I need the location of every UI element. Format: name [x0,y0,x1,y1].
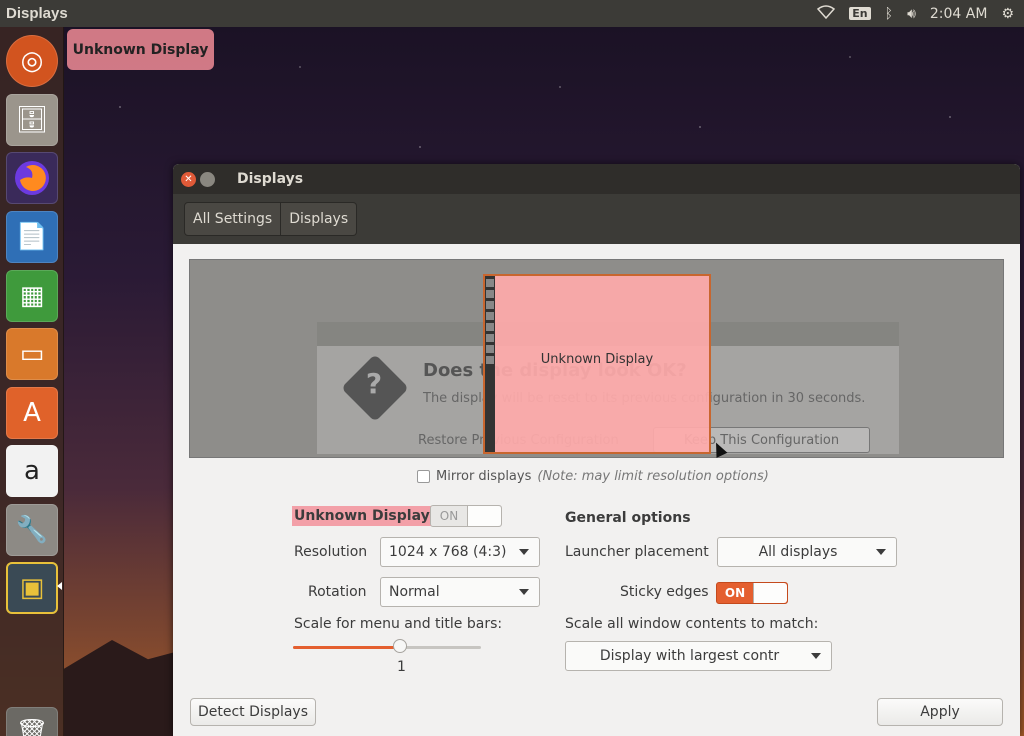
bluetooth-icon[interactable]: ᛒ [885,6,893,22]
launcher-placement-label: Launcher placement [565,544,709,560]
libreoffice-impress-icon[interactable]: ▭ [6,328,58,380]
display-arrangement-area[interactable]: ? Does the display look OK? The display … [189,259,1004,458]
top-panel: Displays En ᛒ 🔊︎ 2:04 AM ⚙ [0,0,1024,27]
displays-icon[interactable]: ▣ [6,562,58,614]
window-title: Displays [237,171,304,187]
launcher-placement-value: All displays [758,544,838,560]
active-window-indicator [57,582,62,590]
mirror-displays-row[interactable]: Mirror displays (Note: may limit resolut… [417,469,769,484]
ubuntu-software-icon[interactable]: A [6,387,58,439]
launcher-placement-select[interactable]: All displays [717,537,897,567]
system-tray: En ᛒ 🔊︎ 2:04 AM ⚙ [817,4,1024,23]
close-icon[interactable]: ✕ [181,171,196,187]
mirror-displays-checkbox[interactable] [417,470,430,483]
detect-displays-button[interactable]: Detect Displays [190,698,316,726]
breadcrumb-displays[interactable]: Displays [281,202,358,236]
wifi-icon[interactable] [817,4,836,23]
keyboard-layout-indicator[interactable]: En [849,7,871,20]
resolution-select[interactable]: 1024 x 768 (4:3) [380,537,540,567]
rotation-select[interactable]: Normal [380,577,540,607]
trash-icon[interactable]: 🗑 [6,707,58,736]
files-icon[interactable]: 🗄 [6,94,58,146]
mirror-displays-label: Mirror displays [436,469,532,484]
gear-icon[interactable]: ⚙ [1001,6,1014,22]
displays-window: ✕ Displays All Settings Displays ? Does … [173,164,1020,736]
amazon-icon[interactable]: a [6,445,58,497]
scale-all-value: Display with largest contr [599,648,780,664]
scale-slider-handle[interactable] [393,639,408,653]
sticky-edges-label: Sticky edges [620,584,709,600]
scale-value: 1 [397,659,406,675]
scale-slider-fill [293,646,401,649]
chevron-down-icon [876,549,886,555]
rotation-label: Rotation [308,584,367,600]
scale-all-label: Scale all window contents to match: [565,616,819,632]
resolution-label: Resolution [294,544,368,560]
breadcrumb-all-settings[interactable]: All Settings [184,202,282,236]
libreoffice-calc-icon[interactable]: ▦ [6,270,58,322]
display-power-toggle[interactable]: ON [430,505,502,527]
resolution-value: 1024 x 768 (4:3) [389,544,507,560]
firefox-icon[interactable] [6,152,58,204]
minimize-icon[interactable] [200,171,215,187]
chevron-down-icon [519,549,529,555]
sticky-edges-toggle[interactable]: ON [716,582,788,604]
launcher-tooltip: Unknown Display [67,29,214,70]
libreoffice-writer-icon[interactable]: 📄 [6,211,58,263]
volume-icon[interactable]: 🔊︎ [907,6,916,22]
chevron-down-icon [519,589,529,595]
mirror-displays-note: (Note: may limit resolution options) [537,469,769,484]
chevron-down-icon [811,653,821,659]
toggle-knob [467,506,501,526]
monitor-preview[interactable]: Unknown Display [483,274,711,454]
scale-label: Scale for menu and title bars: [294,616,503,632]
system-settings-icon[interactable]: 🔧 [6,504,58,556]
scale-all-select[interactable]: Display with largest contr [565,641,832,671]
clock[interactable]: 2:04 AM [930,6,988,22]
breadcrumb: All Settings Displays [173,194,1020,244]
launcher: ◎ 🗄 📄 ▦ ▭ A a 🔧 ▣ 🗑 [0,27,64,736]
general-options-heading: General options [565,510,691,526]
window-titlebar[interactable]: ✕ Displays [173,164,1020,194]
monitor-label: Unknown Display [540,352,654,367]
display-power-toggle-text: ON [439,509,459,523]
scale-slider[interactable] [293,639,481,653]
sticky-edges-toggle-text: ON [724,586,746,600]
rotation-value: Normal [389,584,440,600]
apply-button[interactable]: Apply [877,698,1003,726]
toggle-knob [753,583,787,603]
active-app-title: Displays [6,5,68,22]
display-name-label: Unknown Display [292,506,432,526]
ubuntu-dash-icon[interactable]: ◎ [6,35,58,87]
